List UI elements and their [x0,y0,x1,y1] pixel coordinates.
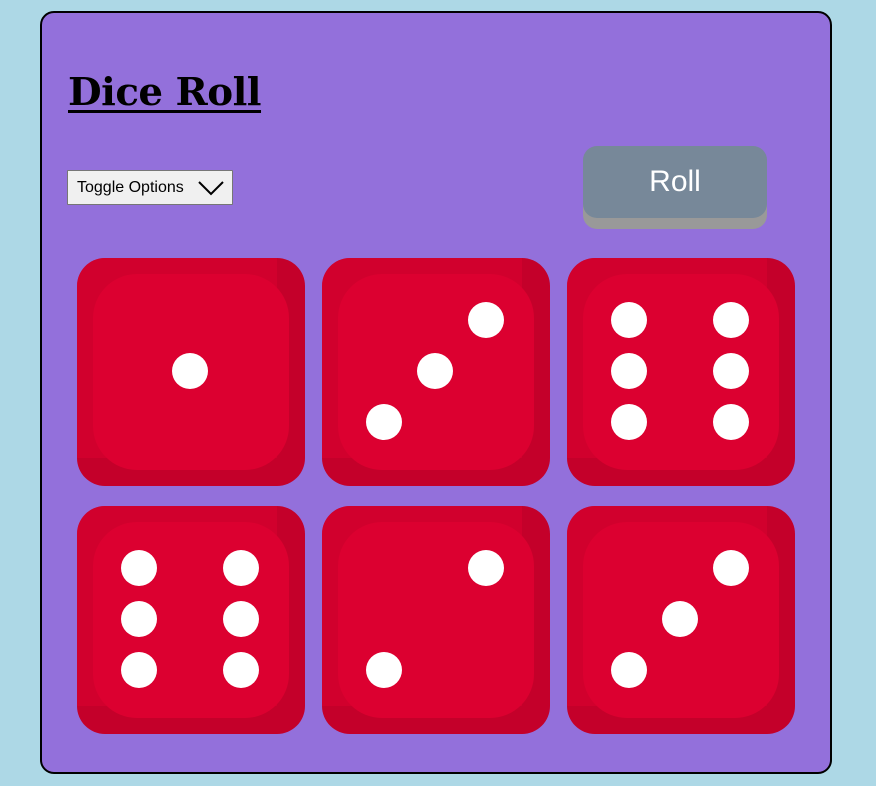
die-pip [713,550,749,586]
die-pip [611,652,647,688]
roll-button[interactable]: Roll [583,146,767,218]
die-pip [713,404,749,440]
dice-grid [77,258,795,734]
die-pip [713,353,749,389]
die-pip [417,353,453,389]
die-pip [121,652,157,688]
die-4 [77,506,305,734]
chevron-down-icon [198,181,224,196]
die-2 [322,258,550,486]
die-pip [468,550,504,586]
die-3 [567,258,795,486]
die-pip [223,601,259,637]
page-title: Dice Roll [68,69,262,114]
die-pip [468,302,504,338]
die-pip [223,550,259,586]
dice-roll-card: Dice Roll Toggle Options Roll [40,11,832,774]
die-pip [366,652,402,688]
die-pip [121,601,157,637]
die-pip [172,353,208,389]
die-pip [611,302,647,338]
die-face [338,522,534,718]
die-pip [121,550,157,586]
die-pip [713,302,749,338]
die-5 [322,506,550,734]
die-pip [611,404,647,440]
toggle-options-label: Toggle Options [77,178,184,196]
die-pip [366,404,402,440]
die-1 [77,258,305,486]
die-pip [662,601,698,637]
die-pip [223,652,259,688]
toggle-options-dropdown[interactable]: Toggle Options [67,170,233,205]
die-6 [567,506,795,734]
die-pip [611,353,647,389]
